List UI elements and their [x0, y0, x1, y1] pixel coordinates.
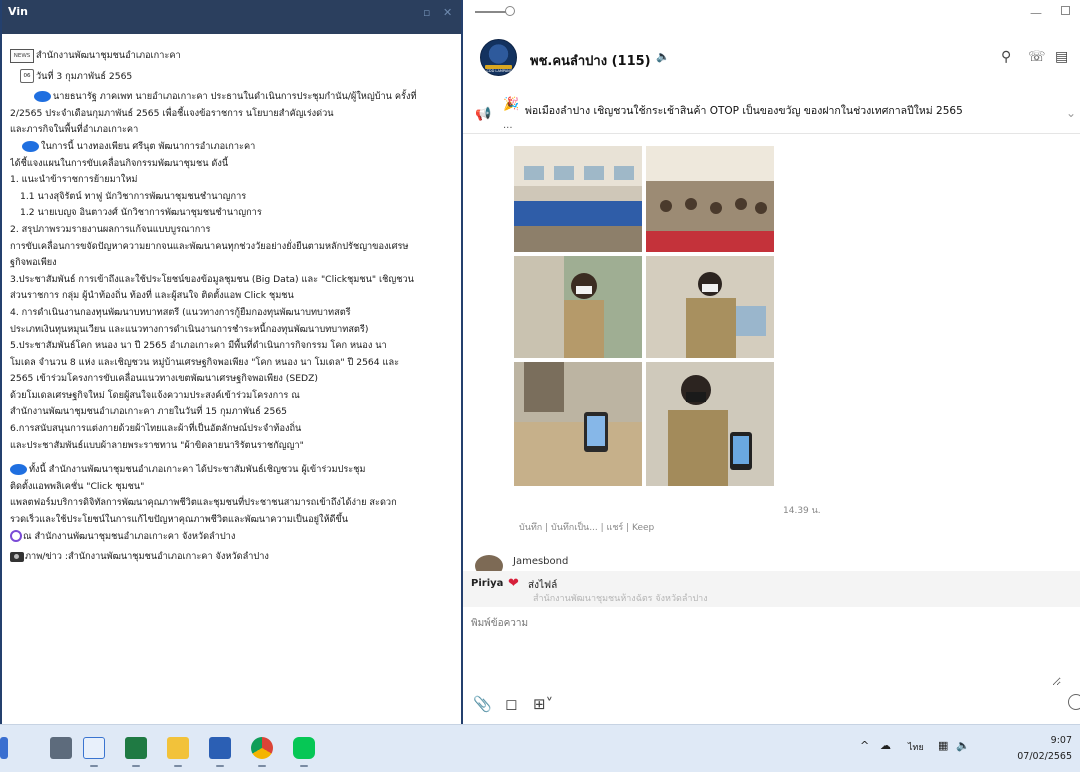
- taskbar: ^ ☁ ไทย ▦ 🔈 9:07 07/02/2565: [0, 724, 1080, 772]
- blue-circle-icon: [22, 140, 39, 152]
- camera-icon: [10, 551, 24, 562]
- text-line: ด้วยโมเดลเศรษฐกิจใหม่ โดยผู้สนใจแจ้งความ…: [10, 389, 300, 401]
- text-line: 4. การดำเนินงานกองทุนพัฒนาบทบาทสตรี (แนว…: [10, 306, 351, 318]
- text-line: 2565 เข้าร่วมโครงการขับเคลื่อนแนวทางเขตพ…: [10, 373, 318, 385]
- slider-handle[interactable]: [505, 6, 515, 16]
- text-line: ส่วนราชการ กลุ่ม ผู้นำท้องถิ่น ท้องที่ แ…: [10, 290, 294, 302]
- chevron-down-icon[interactable]: ⌄: [1066, 106, 1076, 120]
- attach-icon[interactable]: 📎: [473, 695, 492, 713]
- reaction-user: Piriya: [471, 578, 504, 589]
- menu-icon[interactable]: ▤: [1055, 49, 1068, 65]
- window-title: Vin: [8, 5, 28, 18]
- emoji-icon[interactable]: [1068, 694, 1080, 710]
- text-line: NEWS สำนักงานพัฒนาชุมชนอำเภอเกาะคา: [10, 48, 457, 65]
- blue-circle-icon: [34, 91, 51, 103]
- text-line: 6.การสนับสนุนการแต่งกายด้วยผ้าไทยและผ้าท…: [10, 423, 302, 435]
- news-icon: NEWS: [10, 48, 34, 63]
- line-app-icon[interactable]: [293, 737, 315, 759]
- message-input[interactable]: [471, 616, 1061, 686]
- text-line: นายธนารัฐ ภาคเพท นายอำเภอเกาะคา ประธานใน…: [10, 89, 457, 106]
- text-line: ได้ชี้แจงแผนในการขับเคลื่อนกิจกรรมพัฒนาช…: [10, 157, 229, 169]
- text-line: ประเภทเงินทุนหมุนเวียน และแนวทางการดำเนิ…: [10, 323, 369, 335]
- party-popper-icon: 🎉: [503, 97, 520, 112]
- text-line: และประชาสัมพันธ์แบบผ้าลายพระราชทาน "ผ้าข…: [10, 439, 304, 451]
- avatar-label: CDD LAMPANG: [486, 69, 513, 73]
- bookmark-icon[interactable]: ◻: [505, 695, 517, 713]
- text-line: แพลตฟอร์มบริการดิจิทัลการพัฒนาคุณภาพชีวิ…: [10, 497, 397, 509]
- photo-audience[interactable]: [646, 146, 774, 252]
- megaphone-icon: 📢: [475, 107, 492, 122]
- text-line: สำนักงานพัฒนาชุมชนอำเภอเกาะคา ภายในวันที…: [10, 406, 288, 418]
- clock-date[interactable]: 07/02/2565: [1017, 751, 1072, 762]
- text-line: 2. สรุปภาพรวมรายงานผลการแก้จนแบบบูรณาการ: [10, 223, 211, 235]
- call-icon[interactable]: ☏: [1028, 49, 1046, 65]
- message-composer: 📎 ◻ ⊞˅: [463, 608, 1080, 724]
- text-line: ภาพ/ข่าว :สำนักงานพัฒนาชุมชนอำเภอเกาะคา …: [10, 549, 457, 566]
- file-explorer-icon[interactable]: [167, 737, 189, 759]
- announcement-text: พ่อเมืองลำปาง เชิญชวนใช้กระเช้าสินค้า OT…: [525, 105, 963, 117]
- text-line: ฐกิจพอเพียง: [10, 257, 57, 269]
- calendar-icon: 06: [20, 69, 34, 84]
- photo-meeting-hall[interactable]: [514, 146, 642, 252]
- maximize-icon[interactable]: ▫: [423, 6, 430, 19]
- reaction-subtext: สำนักงานพัฒนาชุมชนห้างฉัตร จังหวัดลำปาง: [533, 594, 708, 604]
- word-icon[interactable]: [209, 737, 231, 759]
- chat-header: CDD LAMPANG พช.คนลำปาง (115) 🔈 ⚲ ☏ ▤: [463, 36, 1080, 84]
- chevron-up-icon[interactable]: ^: [860, 739, 869, 752]
- maximize-icon[interactable]: [1061, 6, 1070, 15]
- speaker-icon: 🔈: [656, 50, 670, 63]
- language-indicator[interactable]: ไทย: [908, 740, 924, 754]
- text-line: 1.2 นายเบญจ อินตาวงศ์ นักวิชาการพัฒนาชุม…: [20, 207, 262, 219]
- minimize-icon[interactable]: —: [1030, 6, 1042, 20]
- search-icon[interactable]: ⚲: [1001, 49, 1011, 65]
- text-line: รวดเร็วและใช้ประโยชน์ในการแก้ไขปัญหาคุณภ…: [10, 514, 349, 526]
- photo-album[interactable]: [514, 146, 775, 486]
- chrome-icon[interactable]: [251, 737, 273, 759]
- location-icon: [10, 530, 22, 543]
- excel-icon[interactable]: [125, 737, 147, 759]
- photo-speaker-man[interactable]: [646, 256, 774, 358]
- title-bar: Vin ▫ ✕: [2, 0, 461, 34]
- cloud-icon[interactable]: ☁: [880, 739, 891, 752]
- volume-icon[interactable]: 🔈: [956, 739, 970, 752]
- edge-app-icon[interactable]: [0, 737, 8, 759]
- text-line: โมเดล จำนวน 8 แห่ง และเชิญชวน หมู่บ้านเศ…: [10, 356, 400, 368]
- text-line: ทั้งนี้ สำนักงานพัฒนาชุมชนอำเภอเกาะคา ได…: [10, 462, 457, 479]
- sender-name: Jamesbond: [513, 556, 569, 567]
- post-text: NEWS สำนักงานพัฒนาชุมชนอำเภอเกาะคา 06 วันท…: [2, 34, 461, 566]
- text-line: และภารกิจในพื้นที่อำเภอเกาะคา: [10, 124, 139, 136]
- reaction-notice: Piriya ❤ ส่งไฟล์ สำนักงานพัฒนาชุมชนห้างฉ…: [463, 571, 1080, 607]
- photo-phone-demo[interactable]: [514, 362, 642, 486]
- text-line: 3.ประชาสัมพันธ์ การเข้าถึงและใช้ประโยชน์…: [10, 273, 414, 285]
- desktop: Vin ▫ ✕ NEWS สำนักงานพัฒนาชุมชนอำเภอเกาะค…: [0, 0, 1080, 772]
- clock-time[interactable]: 9:07: [1051, 735, 1072, 746]
- heart-icon: ❤: [508, 576, 519, 591]
- text-line: ติดตั้งแอพพลิเคชั่น "Click ชุมชน": [10, 480, 145, 492]
- photo-speaker-woman[interactable]: [514, 256, 642, 358]
- text-line: 5.ประชาสัมพันธ์โคก หนอง นา ปี 2565 อำเภอ…: [10, 340, 387, 352]
- text-line: 1. แนะนำข้าราชการย้ายมาใหม่: [10, 174, 138, 186]
- text-line: 1.1 นางสุจิรัตน์ ทาฟู นักวิชาการพัฒนาชุม…: [20, 190, 247, 202]
- line-chat-window: — CDD LAMPANG พช.คนลำปาง (115) 🔈 ⚲ ☏ ▤ 📢…: [463, 0, 1080, 724]
- message-actions[interactable]: บันทึก | บันทึกเป็น... | แชร์ | Keep: [519, 520, 654, 534]
- text-viewer-window: Vin ▫ ✕ NEWS สำนักงานพัฒนาชุมชนอำเภอเกาะค…: [0, 0, 463, 724]
- opacity-slider[interactable]: [475, 11, 509, 13]
- text-line: การขับเคลื่อนการขจัดปัญหาความยากจนและพัฒ…: [10, 240, 409, 252]
- message-time: 14.39 น.: [783, 506, 821, 516]
- calculator-icon[interactable]: [50, 737, 72, 759]
- window-controls: —: [463, 0, 1080, 34]
- photo-man-with-phone[interactable]: [646, 362, 774, 486]
- text-line: ณ สำนักงานพัฒนาชุมชนอำเภอเกาะคา จังหวัดล…: [10, 529, 457, 546]
- crop-screenshot-icon[interactable]: ⊞˅: [533, 695, 553, 713]
- chat-title[interactable]: พช.คนลำปาง (115): [530, 50, 651, 71]
- network-app-icon[interactable]: [83, 737, 105, 759]
- text-line: ในการนี้ นางทองเพียน ศรีนุต พัฒนาการอำเภ…: [10, 139, 457, 156]
- blue-circle-icon: [10, 464, 27, 476]
- text-line: 2/2565 ประจำเดือนกุมภาพันธ์ 2565 เพื่อชี…: [10, 107, 334, 119]
- network-icon[interactable]: ▦: [938, 739, 948, 752]
- announcement-more: ...: [503, 120, 513, 131]
- announcement-bar[interactable]: 📢 🎉 พ่อเมืองลำปาง เชิญชวนใช้กระเช้าสินค้…: [463, 92, 1080, 134]
- text-line: 06 วันที่ 3 กุมภาพันธ์ 2565: [10, 69, 457, 86]
- close-icon[interactable]: ✕: [443, 6, 452, 19]
